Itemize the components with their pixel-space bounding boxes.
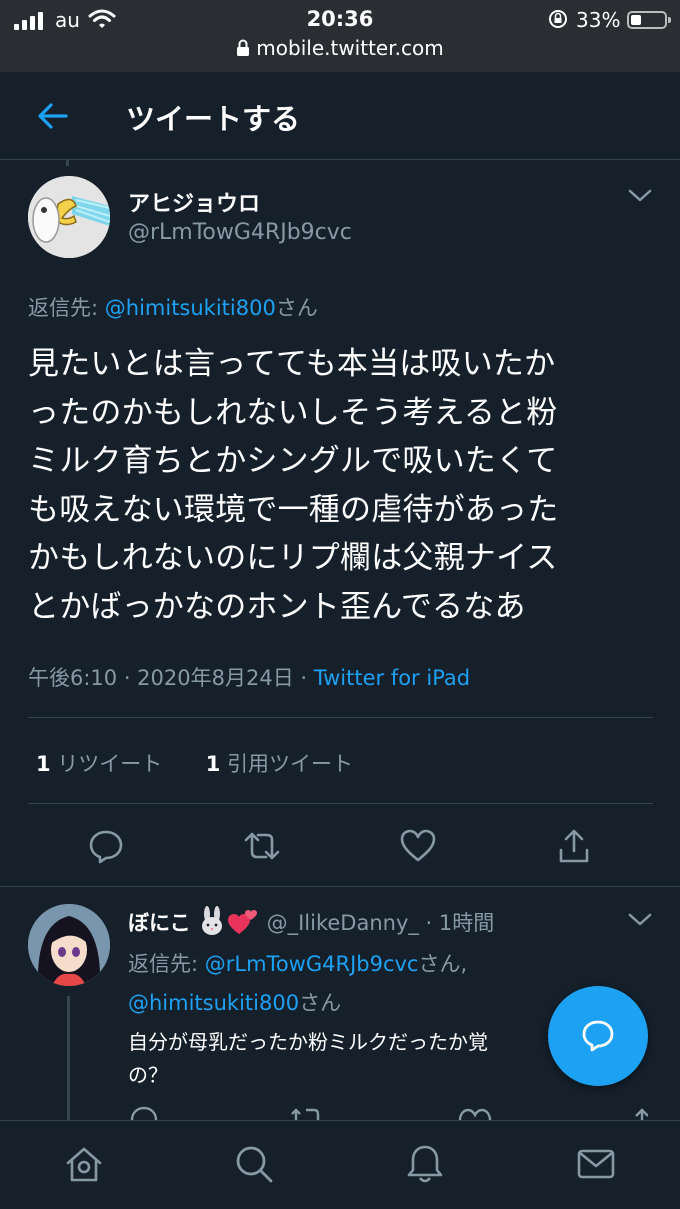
share-icon	[559, 829, 589, 863]
chevron-down-icon	[628, 189, 652, 202]
display-name[interactable]: アヒジョウロ	[128, 186, 260, 218]
reply-avatar[interactable]	[28, 904, 110, 986]
reply-to-link[interactable]: @rLmTowG4RJb9cvc	[205, 952, 419, 976]
tweet-stats: 1 リツイート 1 引用ツイート	[36, 748, 353, 778]
tweet-actions	[0, 826, 680, 870]
reply-to-link[interactable]: @himitsukiti800	[105, 296, 276, 320]
retweet-label: リツイート	[50, 752, 163, 776]
lock-icon	[236, 38, 250, 62]
compose-reply-button[interactable]	[548, 986, 648, 1086]
tweet-source[interactable]: Twitter for iPad	[314, 666, 470, 690]
reply-icon	[89, 830, 123, 864]
battery-percent: 33%	[576, 8, 621, 32]
url-bar[interactable]: mobile.twitter.com	[0, 36, 680, 62]
reply-header: ぼにこ @_IlikeDanny_ · 1時間	[128, 906, 494, 941]
avatar[interactable]	[28, 176, 110, 258]
reply-actions	[128, 1104, 648, 1120]
reply-text-line: の？	[128, 1063, 168, 1087]
divider	[28, 803, 653, 804]
retweet-stat[interactable]: 1 リツイート	[36, 752, 162, 776]
tweet-text-line: も吸えない環境で一種の虐待があった	[28, 491, 559, 528]
thread-line-top	[66, 160, 69, 166]
back-arrow-icon	[38, 103, 68, 129]
reply-text-line: 自分が母乳だったか粉ミルクだったか覚	[128, 1030, 488, 1054]
heart-icon	[400, 829, 436, 862]
tweet-text-line: ミルク育ちとかシングルで吸いたくて	[28, 443, 558, 479]
divider	[0, 886, 680, 887]
retweet-count: 1	[36, 752, 51, 776]
tweet-menu-button[interactable]	[626, 186, 654, 210]
tweet-meta: 午後6:10 · 2020年8月24日 · Twitter for iPad	[28, 662, 470, 692]
retweet-icon	[244, 832, 280, 860]
top-header: ツイートする	[0, 72, 680, 160]
reply-suffix: さん	[275, 296, 318, 320]
reply-prefix: 返信先:	[28, 296, 105, 320]
status-bar: au 20:36 33% mobile.twitter.com	[0, 0, 680, 72]
reply-handle[interactable]: @_IlikeDanny_	[267, 911, 419, 935]
page-title: ツイートする	[126, 102, 301, 136]
divider	[28, 717, 653, 718]
bottom-tab-bar	[0, 1120, 680, 1209]
duck-watering-can-icon	[28, 176, 110, 258]
tweet-text-line: ったのかもしれないしそう考えると粉	[28, 394, 558, 431]
anime-girl-avatar-icon	[28, 904, 110, 986]
reply-actions-partial-icons	[130, 1106, 648, 1120]
back-button[interactable]	[36, 100, 70, 132]
reply-text: 自分が母乳だったか粉ミルクだったか覚 の？	[128, 1026, 568, 1092]
quote-count: 1	[205, 752, 221, 776]
tweet-text: 見たいとは言ってても本当は吸いたか ったのかもしれないしそう考えると粉 ミルク育…	[28, 340, 648, 631]
search-icon	[236, 1146, 273, 1183]
chevron-down-icon	[628, 913, 652, 926]
quote-label: 引用ツイート	[220, 752, 353, 776]
reply-display-name[interactable]: ぼにこ	[128, 911, 191, 935]
home-icon	[66, 1147, 102, 1182]
tab-messages[interactable]	[575, 1143, 617, 1185]
reply-to-line-2: @himitsukiti800さん	[128, 987, 341, 1017]
user-handle[interactable]: @rLmTowG4RJb9cvc	[128, 220, 352, 245]
reply-to-link[interactable]: @himitsukiti800	[128, 991, 299, 1015]
tab-search[interactable]	[233, 1143, 275, 1185]
rotation-lock-icon	[547, 8, 569, 35]
tab-home[interactable]	[63, 1143, 105, 1185]
reply-to-line: 返信先: @rLmTowG4RJb9cvcさん,	[128, 948, 467, 978]
tweet-text-line: 見たいとは言ってても本当は吸いたか	[28, 346, 556, 382]
reply-to-line: 返信先: @himitsukiti800さん	[28, 292, 318, 322]
tweet-text-line: かもしれないのにリプ欄は父親ナイス	[28, 540, 558, 576]
reply-bubble-icon	[582, 1020, 614, 1052]
thread-line	[67, 996, 70, 1121]
tweet-timestamp[interactable]: 午後6:10 · 2020年8月24日 ·	[28, 666, 314, 690]
quote-stat[interactable]: 1 引用ツイート	[206, 752, 353, 776]
reply-suffix: さん	[299, 991, 342, 1015]
reply-mid: さん,	[418, 952, 468, 976]
tweet-text-line: とかばっかなのホント歪んでるなあ	[28, 588, 526, 625]
reply-menu-button[interactable]	[626, 910, 654, 934]
share-button[interactable]	[554, 826, 594, 866]
tab-notifications[interactable]	[404, 1143, 446, 1185]
reply-time[interactable]: · 1時間	[419, 911, 495, 935]
rabbit-emoji-icon	[197, 906, 227, 941]
mail-icon	[577, 1149, 615, 1179]
reply-prefix: 返信先:	[128, 952, 205, 976]
two-hearts-emoji-icon	[227, 906, 259, 941]
retweet-button[interactable]	[242, 826, 282, 866]
url-text: mobile.twitter.com	[256, 36, 444, 60]
reply-button[interactable]	[86, 826, 126, 866]
battery-icon	[627, 11, 671, 29]
bell-icon	[407, 1145, 443, 1183]
like-button[interactable]	[398, 826, 438, 866]
